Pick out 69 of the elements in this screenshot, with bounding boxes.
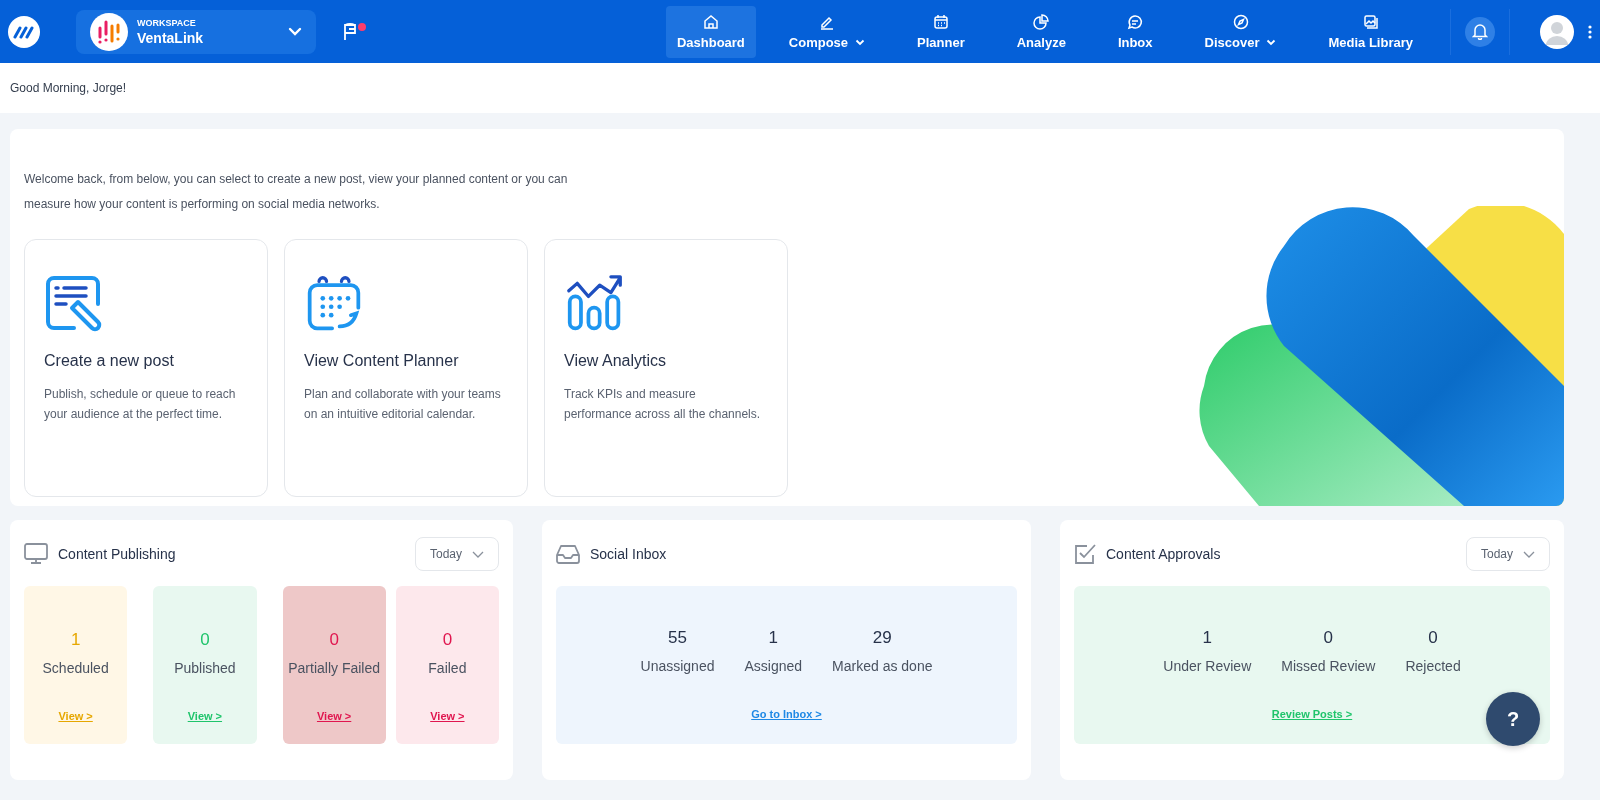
panel-link[interactable]: Go to Inbox > [751,708,822,720]
date-filter-dropdown[interactable]: Today [1466,537,1550,571]
nav-tab[interactable]: Inbox [1106,5,1164,58]
stat-count: 0 [1323,628,1334,648]
workspace-label: WORKSPACE [137,17,196,28]
image-icon [1362,13,1379,30]
checkbox-icon [1074,543,1096,565]
stat-label: Marked as done [832,658,933,674]
date-filter-dropdown[interactable]: Today [415,537,499,571]
workspace-switcher[interactable]: WORKSPACE VentaLink [76,9,316,54]
status-label: Partially Failed [288,660,381,676]
status-count: 1 [70,630,81,650]
card-title: View Content Planner [304,352,460,370]
view-link[interactable]: View > [430,710,465,722]
nav-tab[interactable]: Compose [777,5,877,58]
app-logo-icon[interactable] [8,15,40,48]
compass-icon [1232,13,1249,30]
workspace-logo-icon [90,12,128,51]
nav-tab[interactable]: Dashboard [665,5,756,58]
greeting-text: Good Morning, Jorge! [10,81,127,95]
user-avatar-icon[interactable] [1540,14,1574,49]
nav-tab[interactable]: Planner [906,5,976,58]
card-title: View Analytics [564,352,667,370]
stat-label: Assigned [744,658,803,674]
card-title: Create a new post [44,352,175,370]
panel-title: Content Approvals [1106,546,1222,562]
chevron-down-icon [288,27,302,36]
chat-bubble-icon [1127,13,1144,30]
bell-icon [1472,23,1488,40]
card-description: Publish, schedule or queue to reach your audience at the perfect time. [44,386,237,423]
nav-tab[interactable]: Media Library [1317,5,1424,58]
chevron-down-icon [472,550,484,558]
status-count: 0 [442,630,453,650]
pie-chart-icon [1033,13,1050,30]
monitor-icon [24,543,48,565]
stat-count: 1 [1202,628,1213,648]
card-description: Plan and collaborate with your teams on an intuitive editorial calendar. [304,386,502,423]
stat-count: 0 [1428,628,1438,648]
quick-action-card[interactable]: View Content Planner Plan and collaborate with your teams on an intuitive editorial calendar. [284,239,528,497]
stat-label: Unassigned [640,658,715,674]
stat-label: Missed Review [1281,658,1376,674]
panel-title: Content Publishing [58,546,177,562]
nav-tab[interactable]: Analyze [1005,5,1077,58]
view-link[interactable]: View > [316,710,352,722]
stat-count: 1 [768,628,778,648]
more-options-icon[interactable] [1588,24,1592,39]
stat-count: 29 [872,628,892,648]
home-icon [702,13,719,30]
workspace-name: VentaLink [137,29,204,46]
notifications-bell-button[interactable] [1465,16,1495,47]
inbox-tray-icon [556,544,580,564]
welcome-text: Welcome back, from below, you can select to create a new post, view your planned content or you can measure how your content is performing on social media networks. [24,171,569,213]
status-label: Failed [428,660,467,676]
stat-label: Under Review [1163,658,1252,674]
stat-count: 55 [668,628,687,648]
quick-action-card[interactable]: View Analytics Track KPIs and measure performance across all the channels. [544,239,788,497]
stat-label: Rejected [1405,658,1461,674]
document-pen-icon [44,274,102,332]
status-count: 0 [200,630,210,650]
calendar-icon [932,13,949,30]
nav-tab[interactable]: Discover [1193,5,1288,58]
panel-title: Social Inbox [590,546,668,562]
status-label: Scheduled [42,660,109,676]
chevron-down-icon [1523,550,1535,558]
quick-action-card[interactable]: Create a new post Publish, schedule or queue to reach your audience at the perfect time. [24,239,268,497]
flag-icon[interactable] [342,21,366,42]
status-count: 0 [329,630,339,650]
card-description: Track KPIs and measure performance across all the channels. [564,386,762,423]
status-label: Published [174,660,236,676]
